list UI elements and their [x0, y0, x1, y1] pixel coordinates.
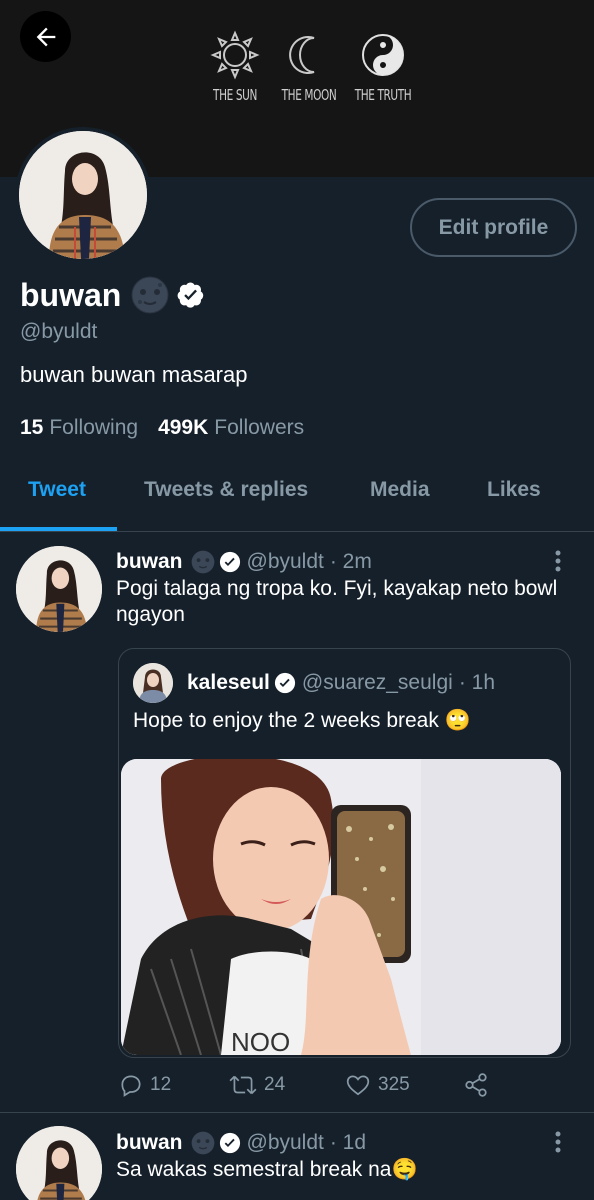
- profile-bio: buwan buwan masarap: [20, 362, 248, 387]
- moon-icon: [289, 36, 315, 74]
- following-link[interactable]: 15 Following: [20, 416, 138, 440]
- banner-moon-caption: THE MOON: [281, 86, 337, 104]
- verified-badge-icon: [177, 282, 204, 308]
- banner-moon: THE MOON: [272, 30, 346, 104]
- like-count: 325: [378, 1074, 410, 1095]
- tweet-author-name[interactable]: buwan: [116, 1131, 183, 1155]
- banner-sun-caption: THE SUN: [213, 86, 257, 104]
- profile-stats: 15 Following 499K Followers: [20, 416, 304, 440]
- reply-icon: [121, 1075, 141, 1097]
- profile-handle: @byuldt: [20, 320, 98, 343]
- quoted-tweet-time: · 1h: [458, 671, 495, 694]
- verified-badge-icon: [274, 672, 295, 694]
- retweet-icon: [229, 1075, 257, 1095]
- quoted-tweet-text: Hope to enjoy the 2 weeks break 🙄: [133, 709, 471, 732]
- tweet-avatar[interactable]: [16, 546, 102, 632]
- following-count: 15: [20, 416, 44, 439]
- reply-button[interactable]: 12: [118, 1072, 171, 1098]
- more-options-icon[interactable]: [554, 549, 562, 573]
- quoted-author-name: kaleseul: [187, 671, 270, 694]
- share-button[interactable]: [462, 1072, 496, 1098]
- banner-truth-caption: THE TRUTH: [354, 86, 412, 104]
- tweet-author-name[interactable]: buwan: [116, 550, 183, 574]
- tweet-avatar[interactable]: [16, 1126, 102, 1200]
- tweet-text: Sa wakas semestral break na🤤: [116, 1158, 418, 1181]
- tweet-header: buwan @byuldt · 1d: [116, 1131, 366, 1155]
- back-button[interactable]: [20, 11, 71, 62]
- like-button[interactable]: 325: [344, 1072, 410, 1098]
- profile-name-row: buwan: [20, 276, 205, 314]
- tab-likes[interactable]: Likes: [487, 478, 541, 502]
- followers-count: 499K: [158, 416, 209, 439]
- reply-count: 12: [150, 1074, 172, 1095]
- heart-icon: [346, 1075, 370, 1096]
- quoted-tweet-header: kaleseul @suarez_seulgi · 1h: [133, 663, 495, 703]
- tweet-time: · 1d: [329, 1131, 367, 1154]
- profile-tabs: Tweet Tweets & replies Media Likes: [0, 466, 594, 532]
- profile-display-name: buwan: [20, 276, 122, 313]
- quoted-author-handle: @suarez_seulgi: [301, 671, 453, 694]
- sun-icon: [210, 30, 260, 80]
- retweet-count: 24: [264, 1074, 286, 1095]
- tweet-author-handle: @byuldt: [246, 550, 324, 573]
- followers-link[interactable]: 499K Followers: [158, 416, 304, 440]
- tweet-author-handle: @byuldt: [246, 1131, 324, 1154]
- quoted-tweet[interactable]: kaleseul @suarez_seulgi · 1h Hope to enj…: [118, 648, 571, 1058]
- tweet-header: buwan @byuldt · 2m: [116, 550, 372, 574]
- edit-profile-button[interactable]: Edit profile: [410, 198, 577, 257]
- more-options-icon[interactable]: [554, 1130, 562, 1154]
- new-moon-face-icon: [131, 276, 169, 314]
- tab-tweet[interactable]: Tweet: [28, 478, 86, 502]
- profile-avatar[interactable]: [15, 127, 151, 263]
- tweet-text: Pogi talaga ng tropa ko. Fyi, kayakap ne…: [116, 577, 558, 626]
- tweet-divider: [0, 1112, 594, 1113]
- svg-text:NOO: NOO: [231, 1027, 290, 1055]
- tab-tweets-replies[interactable]: Tweets & replies: [144, 478, 308, 502]
- tab-media[interactable]: Media: [370, 478, 430, 502]
- banner-sun: THE SUN: [198, 30, 272, 104]
- new-moon-face-icon: [191, 550, 214, 574]
- arrow-left-icon: [36, 27, 55, 46]
- share-icon: [465, 1073, 487, 1097]
- following-label: Following: [49, 416, 139, 439]
- verified-badge-icon: [219, 1132, 240, 1154]
- new-moon-face-icon: [191, 1131, 214, 1155]
- yin-yang-icon: [362, 34, 404, 76]
- retweet-button[interactable]: 24: [228, 1072, 285, 1098]
- tweet-time: · 2m: [329, 550, 372, 573]
- verified-badge-icon: [219, 551, 240, 573]
- banner-truth: THE TRUTH: [346, 30, 420, 104]
- followers-label: Followers: [214, 416, 305, 439]
- quoted-tweet-avatar: [133, 663, 173, 703]
- avatar-photo: [19, 131, 147, 259]
- tweet-actions: 12 24 325: [118, 1072, 498, 1098]
- quoted-tweet-photo[interactable]: NOO: [121, 759, 561, 1055]
- active-tab-indicator: [0, 527, 117, 531]
